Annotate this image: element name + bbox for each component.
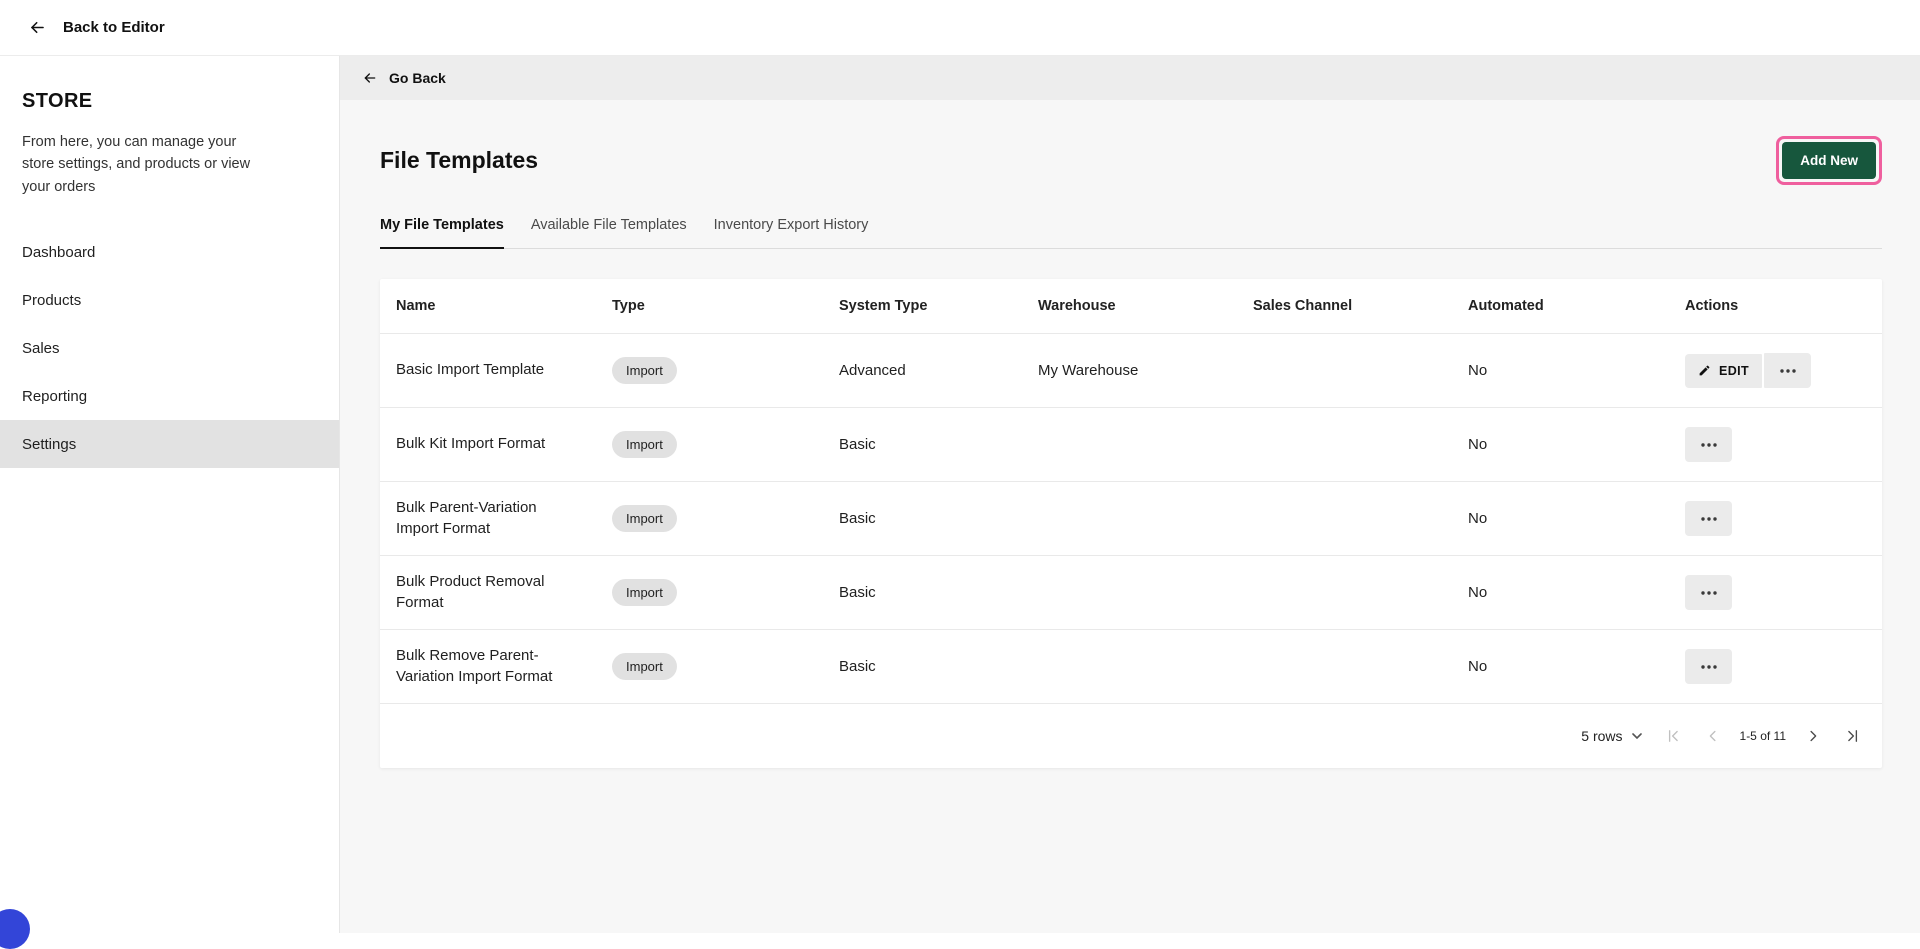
- first-page-icon: [1664, 727, 1682, 745]
- sidebar-item-products[interactable]: Products: [0, 276, 339, 324]
- column-header-actions: Actions: [1685, 298, 1739, 314]
- first-page-button[interactable]: [1664, 727, 1682, 745]
- column-header-type: Type: [612, 298, 645, 314]
- template-name: Bulk Parent-Variation Import Format: [396, 499, 537, 537]
- table-row: Bulk Product Removal Format Import Basic…: [380, 556, 1882, 630]
- file-templates-tabs: My File Templates Available File Templat…: [380, 217, 1882, 249]
- go-back-link[interactable]: Go Back: [389, 70, 446, 86]
- more-options-icon: [1700, 664, 1717, 669]
- back-arrow-icon[interactable]: [28, 18, 47, 37]
- column-header-warehouse: Warehouse: [1038, 298, 1116, 314]
- chat-widget-bubble[interactable]: [0, 909, 30, 949]
- column-header-system-type: System Type: [839, 298, 928, 314]
- sidebar-title: STORE: [22, 90, 93, 112]
- template-name: Bulk Product Removal Format: [396, 573, 545, 611]
- automated-value: No: [1468, 584, 1488, 601]
- main-content: Go Back File Templates Add New My File T…: [340, 56, 1920, 933]
- template-name: Bulk Kit Import Format: [396, 435, 546, 453]
- rows-per-page-label: 5 rows: [1581, 728, 1623, 744]
- row-actions-menu-button[interactable]: [1685, 649, 1732, 684]
- page-range-label: 1-5 of 11: [1739, 729, 1786, 743]
- file-templates-table: Name Type System Type Warehouse Sales Ch…: [380, 279, 1882, 768]
- type-badge: Import: [612, 431, 677, 458]
- last-page-button[interactable]: [1844, 727, 1862, 745]
- sidebar-item-settings[interactable]: Settings: [0, 420, 339, 469]
- table-row: Bulk Remove Parent-Variation Import Form…: [380, 630, 1882, 704]
- automated-value: No: [1468, 362, 1488, 379]
- more-options-icon: [1700, 590, 1717, 595]
- rows-per-page-dropdown[interactable]: 5 rows: [1581, 728, 1642, 744]
- add-new-button[interactable]: Add New: [1782, 142, 1876, 179]
- go-back-arrow-icon[interactable]: [362, 70, 378, 86]
- tab-available-file-templates[interactable]: Available File Templates: [531, 217, 687, 249]
- automated-value: No: [1468, 510, 1488, 527]
- row-actions-menu-button[interactable]: [1685, 501, 1732, 536]
- tab-inventory-export-history[interactable]: Inventory Export History: [714, 217, 869, 249]
- system-type-value: Basic: [839, 584, 876, 601]
- column-header-name: Name: [396, 298, 436, 314]
- sidebar-item-reporting[interactable]: Reporting: [0, 372, 339, 420]
- type-badge: Import: [612, 357, 677, 384]
- sidebar-description: From here, you can manage your store set…: [22, 134, 251, 195]
- more-options-icon: [1700, 442, 1717, 447]
- column-header-automated: Automated: [1468, 298, 1544, 314]
- automated-value: No: [1468, 658, 1488, 675]
- back-to-editor-link[interactable]: Back to Editor: [63, 19, 165, 36]
- edit-button[interactable]: EDIT: [1685, 353, 1763, 388]
- last-page-icon: [1844, 727, 1862, 745]
- system-type-value: Basic: [839, 658, 876, 675]
- system-type-value: Basic: [839, 436, 876, 453]
- chevron-left-icon: [1704, 727, 1722, 745]
- pencil-icon: [1698, 364, 1711, 377]
- template-name: Basic Import Template: [396, 361, 545, 379]
- page-title: File Templates: [380, 147, 539, 173]
- chevron-down-icon: [1631, 733, 1642, 739]
- top-bar: Back to Editor: [0, 0, 1920, 56]
- row-actions-menu-button[interactable]: [1685, 575, 1732, 610]
- system-type-value: Basic: [839, 510, 876, 527]
- next-page-button[interactable]: [1804, 727, 1822, 745]
- system-type-value: Advanced: [839, 362, 906, 379]
- chevron-right-icon: [1804, 727, 1822, 745]
- table-pagination: 5 rows 1-5 of 11: [380, 704, 1882, 768]
- more-options-icon: [1779, 368, 1796, 373]
- automated-value: No: [1468, 436, 1488, 453]
- sidebar-item-sales[interactable]: Sales: [0, 324, 339, 372]
- table-header-row: Name Type System Type Warehouse Sales Ch…: [380, 279, 1882, 334]
- row-actions-menu-button[interactable]: [1685, 427, 1732, 462]
- add-new-annotation-highlight: Add New: [1776, 136, 1882, 185]
- table-row: Bulk Kit Import Format Import Basic No: [380, 408, 1882, 482]
- previous-page-button[interactable]: [1704, 727, 1722, 745]
- go-back-bar: Go Back: [340, 56, 1920, 100]
- table-row: Bulk Parent-Variation Import Format Impo…: [380, 482, 1882, 556]
- warehouse-value: My Warehouse: [1038, 362, 1139, 379]
- store-sidebar: STORE From here, you can manage your sto…: [0, 56, 340, 949]
- row-actions-menu-button[interactable]: [1764, 353, 1812, 388]
- more-options-icon: [1700, 516, 1717, 521]
- type-badge: Import: [612, 579, 677, 606]
- template-name: Bulk Remove Parent-Variation Import Form…: [396, 647, 553, 685]
- type-badge: Import: [612, 505, 677, 532]
- edit-button-label: EDIT: [1719, 363, 1750, 378]
- table-row: Basic Import Template Import Advanced My…: [380, 334, 1882, 408]
- tab-my-file-templates[interactable]: My File Templates: [380, 217, 504, 249]
- type-badge: Import: [612, 653, 677, 680]
- column-header-sales-channel: Sales Channel: [1253, 298, 1353, 314]
- sidebar-item-dashboard[interactable]: Dashboard: [0, 228, 339, 276]
- sidebar-nav: Dashboard Products Sales Reporting Setti…: [0, 228, 339, 469]
